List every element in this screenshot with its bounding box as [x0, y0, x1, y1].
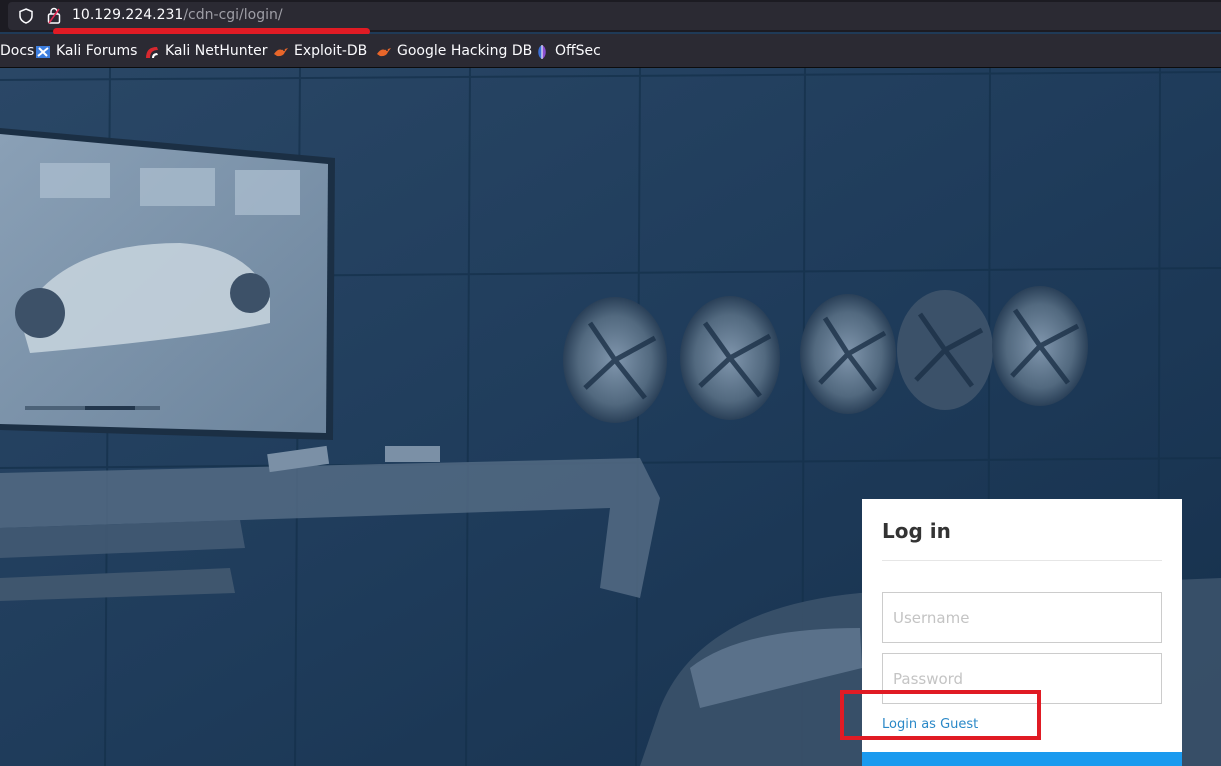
login-card: Log in Login as Guest [862, 499, 1182, 766]
login-title: Log in [882, 519, 951, 543]
bookmarks-toolbar: Docs Kali Forums Kali NetHunter Exploit-… [0, 34, 1221, 68]
offsec-icon [538, 45, 546, 59]
login-as-guest-link[interactable]: Login as Guest [882, 717, 978, 732]
bookmark-label: Kali Forums [56, 43, 138, 59]
password-input[interactable] [882, 653, 1162, 704]
divider [882, 560, 1162, 561]
kali-forums-icon [36, 46, 50, 58]
url-text[interactable]: 10.129.224.231/cdn-cgi/login/ [72, 7, 283, 23]
bookmark-label: Docs [0, 43, 35, 59]
bookmark-label: Kali NetHunter [165, 43, 268, 59]
bookmark-label: OffSec [555, 43, 601, 59]
kali-nethunter-icon [146, 47, 158, 58]
url-path: /cdn-cgi/login/ [183, 7, 283, 23]
exploit-db-icon [274, 48, 288, 57]
login-button[interactable] [862, 752, 1182, 766]
login-page: Log in Login as Guest [0, 68, 1221, 766]
username-input[interactable] [882, 592, 1162, 643]
insecure-lock-icon[interactable] [47, 7, 61, 24]
ghdb-icon [377, 48, 391, 57]
url-host: 10.129.224.231 [72, 7, 184, 23]
bookmark-label: Google Hacking DB [397, 43, 533, 59]
tracking-protection-shield-icon[interactable] [18, 8, 34, 24]
bookmark-label: Exploit-DB [294, 43, 368, 59]
